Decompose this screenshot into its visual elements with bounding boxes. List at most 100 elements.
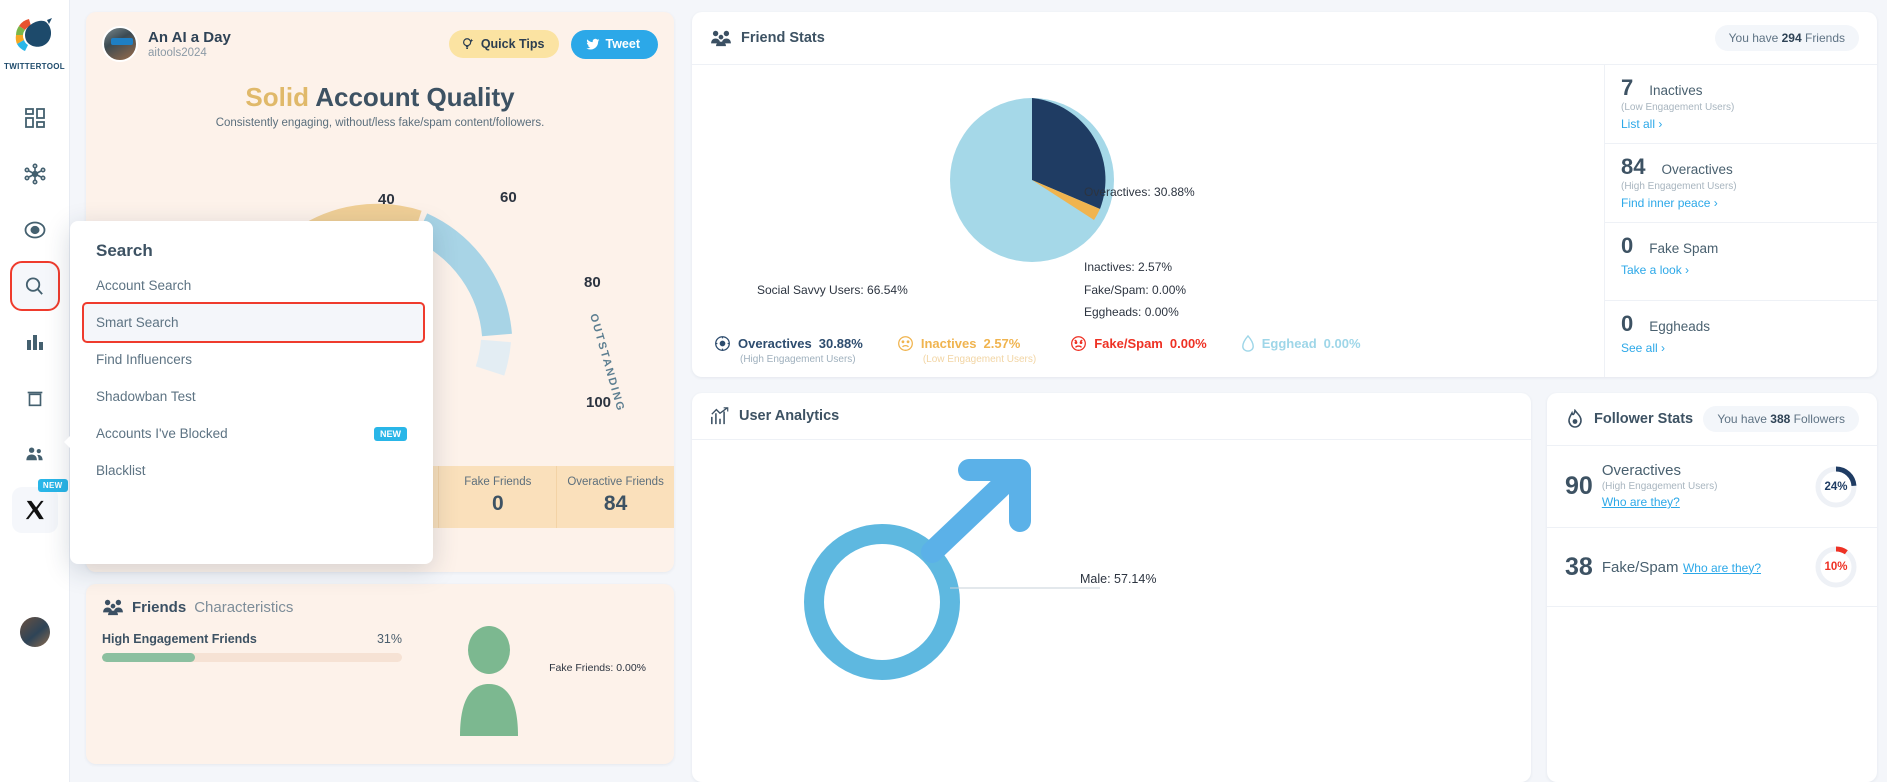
dropdown-item-label: Shadowban Test <box>96 389 196 404</box>
follower-stat-link[interactable]: Who are they? <box>1602 495 1680 509</box>
new-badge: NEW <box>374 426 407 441</box>
dropdown-item-smart-search[interactable]: Smart Search <box>82 302 425 343</box>
profile-name: An AI a Day <box>148 29 231 46</box>
characteristic-label: High Engagement Friends <box>102 632 257 646</box>
stat-label: Fake Friends <box>464 476 532 488</box>
dropdown-item-find-influencers[interactable]: Find Influencers <box>70 341 433 378</box>
sidebar-item-network[interactable] <box>12 151 58 197</box>
dropdown-item-blacklist[interactable]: Blacklist <box>70 452 433 489</box>
follower-stat-overactives: 90 Overactives (High Engagement Users) W… <box>1547 446 1877 528</box>
legend-name: Overactives <box>738 336 812 351</box>
pie-label-fake-spam: Fake/Spam: 0.00% <box>1084 283 1187 297</box>
right-column: Friend Stats You have 294 Friends Social… <box>692 12 1877 782</box>
friends-count-pill: You have 294 Friends <box>1714 25 1859 51</box>
tweet-button[interactable]: Tweet <box>570 29 658 59</box>
search-dropdown: Search Account Search Smart Search Find … <box>64 221 433 564</box>
pill-suffix: Followers <box>1793 412 1845 426</box>
friends-group-icon <box>710 29 732 47</box>
pie-label-inactives: Inactives: 2.57% <box>1084 260 1173 274</box>
follower-stat-number: 90 <box>1565 472 1593 500</box>
flame-icon <box>1565 409 1585 429</box>
friends-title-light: Characteristics <box>194 598 294 616</box>
follower-stat-name: Fake/Spam <box>1601 558 1679 576</box>
legend-name: Egghead <box>1261 336 1317 351</box>
friend-stats-title: Friend Stats <box>741 30 825 46</box>
friends-person-illustration <box>454 626 524 736</box>
sidebar-item-cleanup[interactable] <box>12 375 58 421</box>
side-stat-number: 84 <box>1621 154 1646 179</box>
user-analytics-header: User Analytics <box>692 393 1531 440</box>
side-stat-link[interactable]: List all › <box>1621 117 1662 131</box>
legend-value: 30.88% <box>818 336 863 351</box>
sidebar-item-audience[interactable] <box>12 431 58 477</box>
pie-legend: Overactives 30.88% (High Engagement User… <box>692 327 1361 377</box>
side-stat-link[interactable]: See all › <box>1621 341 1665 355</box>
pie-label-eggheads: Eggheads: 0.00% <box>1084 305 1179 319</box>
pill-count: 294 <box>1781 31 1802 45</box>
user-analytics-card: User Analytics Male: 57.14% <box>692 393 1531 782</box>
quick-tips-label: Quick Tips <box>480 37 545 51</box>
page-title: Solid Account Quality <box>86 82 674 113</box>
side-stat-sub: (High Engagement Users) <box>1621 181 1737 192</box>
gauge-tick-80: 80 <box>584 274 601 291</box>
follower-stat-fake-spam: 38 Fake/Spam Who are they? 10% <box>1547 528 1877 607</box>
quality-accent: Solid <box>245 82 309 112</box>
stat-number: 84 <box>603 492 628 515</box>
legend-name: Fake/Spam <box>1094 336 1163 351</box>
dropdown-item-shadowban-test[interactable]: Shadowban Test <box>70 378 433 415</box>
user-avatar[interactable] <box>19 617 50 647</box>
friends-characteristics-header: Friends Characteristics <box>102 598 658 616</box>
friends-title-bold: Friends <box>132 598 187 616</box>
follower-stat-name: Overactives <box>1601 462 1682 479</box>
follower-stats-card: Follower Stats You have 388 Followers 90… <box>1547 393 1877 782</box>
quick-tips-button[interactable]: Quick Tips <box>448 30 559 58</box>
stat-value: 0 <box>441 492 554 516</box>
follower-stat-link[interactable]: Who are they? <box>1683 561 1761 575</box>
side-stat-name: Inactives <box>1649 83 1703 98</box>
side-stat-name: Overactives <box>1661 162 1733 177</box>
legend-value: 2.57% <box>983 336 1021 351</box>
side-stat-link[interactable]: Find inner peace › <box>1621 196 1718 210</box>
side-stat-fake-spam: 0 Fake Spam Take a look › <box>1605 223 1877 301</box>
friend-stats-side-list: 7 Inactives (Low Engagement Users) List … <box>1604 65 1877 377</box>
dropdown-item-accounts-blocked[interactable]: Accounts I've Blocked NEW <box>70 415 433 452</box>
dropdown-item-account-search[interactable]: Account Search <box>70 267 433 304</box>
friends-group-icon <box>102 598 124 616</box>
sidebar-item-x-platform[interactable]: NEW <box>11 479 68 533</box>
dropdown-item-label: Account Search <box>96 278 192 293</box>
side-stat-name: Fake Spam <box>1649 241 1719 256</box>
legend-sub: (Low Engagement Users) <box>922 354 1037 365</box>
pie-label-social-savvy: Social Savvy Users: 66.54% <box>757 283 908 297</box>
overactive-face-icon <box>714 335 731 352</box>
brand-logo[interactable]: TWITTERTOOL <box>4 14 65 71</box>
stat-label: Overactive Friends <box>567 476 664 488</box>
side-stat-inactives: 7 Inactives (Low Engagement Users) List … <box>1605 65 1877 144</box>
follower-stats-title: Follower Stats <box>1594 411 1694 427</box>
dropdown-item-label: Find Influencers <box>96 352 193 367</box>
male-percentage-label: Male: 57.14% <box>1080 572 1157 586</box>
sidebar-item-dashboard[interactable] <box>12 95 58 141</box>
follower-stat-number: 38 <box>1565 552 1593 581</box>
legend-item-overactives: Overactives 30.88% (High Engagement User… <box>714 335 863 365</box>
side-stat-link[interactable]: Take a look › <box>1621 263 1689 277</box>
overactives-donut: 24% <box>1813 464 1859 510</box>
stat-number: 0 <box>491 492 504 515</box>
side-stat-number: 7 <box>1621 75 1634 100</box>
characteristic-bar <box>102 653 402 662</box>
side-stat-number: 0 <box>1621 233 1634 258</box>
legend-item-egghead: Egghead 0.00% <box>1241 335 1361 352</box>
lightbulb-icon <box>461 37 475 51</box>
gauge-tick-100: 100 <box>586 394 612 411</box>
donut-value: 10% <box>1824 561 1848 573</box>
legend-item-fake-spam: Fake/Spam 0.00% <box>1070 335 1207 352</box>
fake-spam-donut: 10% <box>1813 544 1859 590</box>
sidebar: TWITTERTOOL NEW <box>0 0 70 782</box>
friend-stats-pie-chart: Social Savvy Users: 66.54% Overactives: … <box>692 65 1604 377</box>
sidebar-item-target[interactable] <box>12 207 58 253</box>
side-stat-name: Eggheads <box>1649 318 1711 334</box>
characteristic-pct: 31% <box>376 632 402 646</box>
sidebar-item-analytics[interactable] <box>12 319 58 365</box>
sidebar-item-search[interactable] <box>9 261 60 311</box>
legend-sub: (High Engagement Users) <box>740 354 856 365</box>
gauge-tick-40: 40 <box>378 191 395 208</box>
